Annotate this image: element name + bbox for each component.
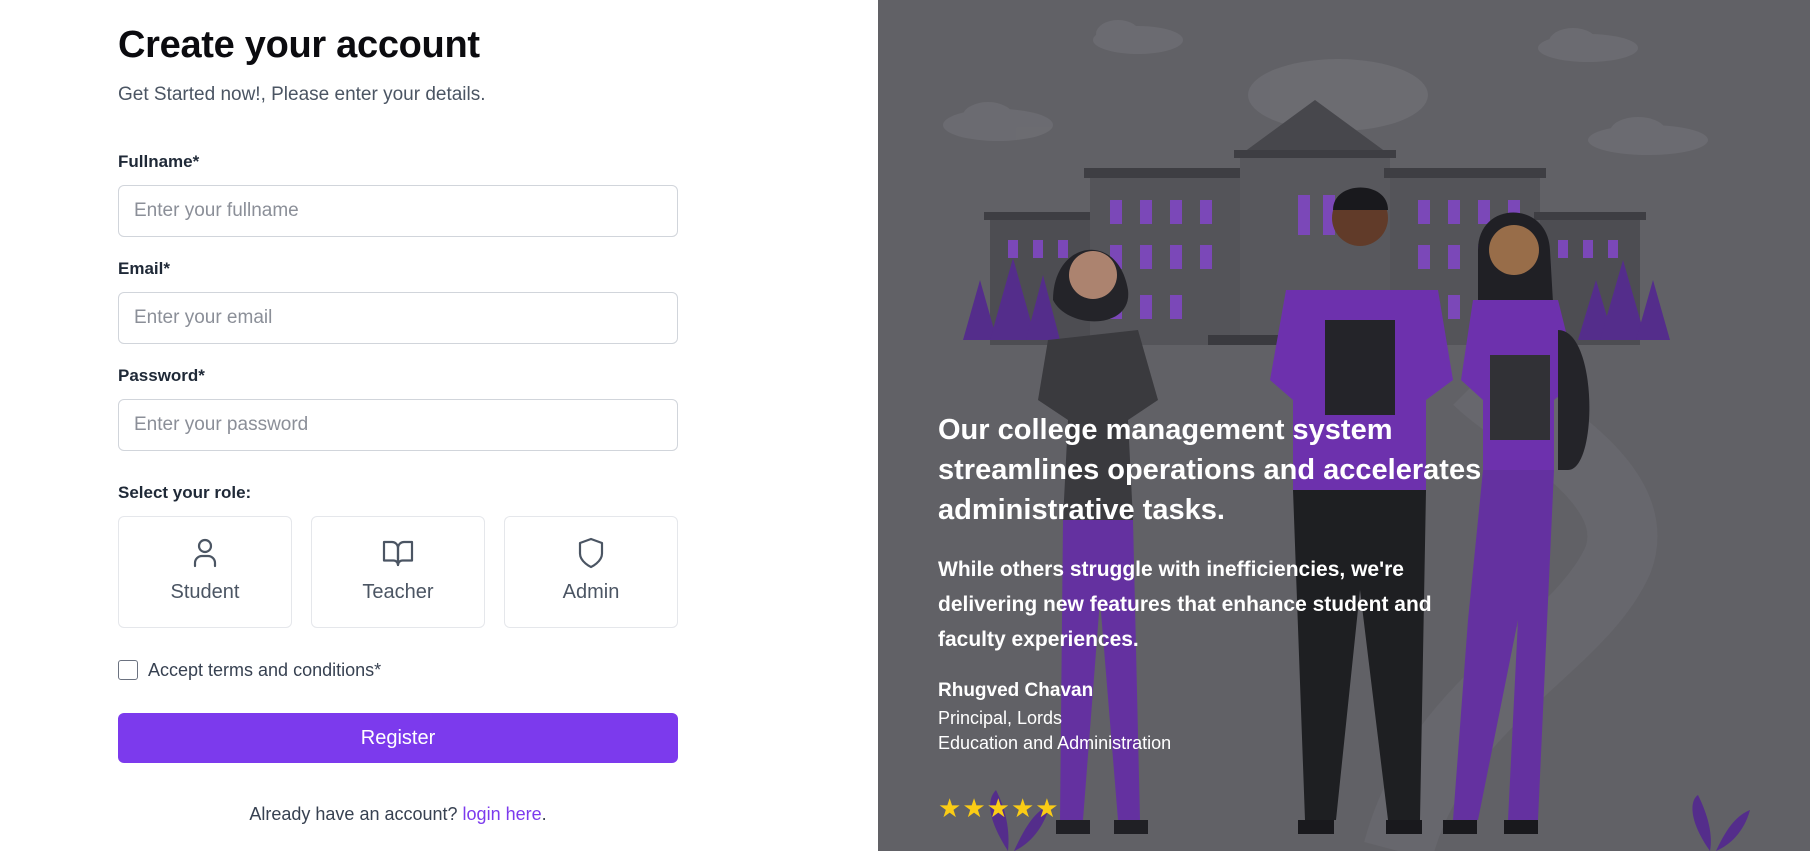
login-link[interactable]: login here <box>463 804 542 824</box>
terms-checkbox[interactable] <box>118 660 138 680</box>
testimonial-panel: Our college management system streamline… <box>878 0 1810 851</box>
email-field-wrapper <box>118 292 678 344</box>
testimonial-headline: Our college management system streamline… <box>938 414 1482 526</box>
star-icon: ★ <box>1035 793 1059 823</box>
star-icon: ★ <box>962 793 986 823</box>
role-selector: Student Teacher Admin <box>118 516 678 628</box>
testimonial-body: While others struggle with inefficiencie… <box>938 558 1432 651</box>
role-select-label: Select your role: <box>118 483 252 502</box>
page-title: Create your account <box>118 24 480 66</box>
star-rating: ★ ★ ★ ★ ★ <box>938 795 1059 821</box>
role-option-admin[interactable]: Admin <box>504 516 678 628</box>
star-icon: ★ <box>938 793 962 823</box>
login-prompt: Already have an account? login here. <box>118 804 678 825</box>
fullname-input[interactable] <box>119 186 677 236</box>
terms-label: Accept terms and conditions* <box>148 659 382 680</box>
register-button[interactable]: Register <box>118 713 678 763</box>
login-suffix: . <box>541 804 547 824</box>
role-option-teacher[interactable]: Teacher <box>311 516 485 628</box>
fullname-label: Fullname* <box>118 152 200 171</box>
role-label-student: Student <box>170 581 240 603</box>
fullname-field-wrapper <box>118 185 678 237</box>
password-label: Password* <box>118 366 205 385</box>
email-input[interactable] <box>119 293 677 343</box>
shield-icon <box>505 537 677 569</box>
user-icon <box>119 537 291 569</box>
testimonial-position: Principal, Lords <box>938 708 1063 728</box>
password-field-wrapper <box>118 399 678 451</box>
star-icon: ★ <box>1010 793 1035 823</box>
role-label-teacher: Teacher <box>362 581 434 603</box>
password-input[interactable] <box>119 400 677 450</box>
page-subtitle: Get Started now!, Please enter your deta… <box>118 84 486 105</box>
terms-row: Accept terms and conditions* <box>118 658 381 682</box>
testimonial-author: Rhugved Chavan <box>938 680 1094 701</box>
login-prompt-text: Already have an account? <box>249 804 458 824</box>
book-open-icon <box>312 537 484 569</box>
role-label-admin: Admin <box>562 581 620 603</box>
role-option-student[interactable]: Student <box>118 516 292 628</box>
testimonial-organization: Education and Administration <box>938 733 1172 753</box>
email-label: Email* <box>118 259 170 278</box>
registration-panel: Create your account Get Started now!, Pl… <box>0 0 878 851</box>
star-icon: ★ <box>986 793 1010 823</box>
